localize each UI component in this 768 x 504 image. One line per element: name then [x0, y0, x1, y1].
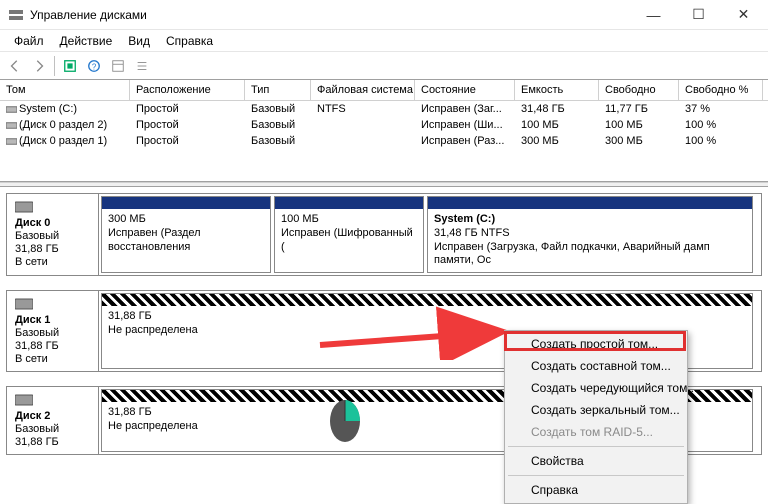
col-volume[interactable]: Том	[0, 80, 130, 100]
list-button[interactable]	[131, 55, 153, 77]
table-header: Том Расположение Тип Файловая система Со…	[0, 80, 768, 101]
context-menu-item[interactable]: Свойства	[507, 450, 685, 472]
volumes-table: Том Расположение Тип Файловая система Со…	[0, 80, 768, 182]
menu-help[interactable]: Справка	[158, 32, 221, 50]
menu-action[interactable]: Действие	[52, 32, 121, 50]
context-menu-item[interactable]: Создать составной том...	[507, 355, 685, 377]
disk-icon	[15, 200, 33, 214]
forward-button[interactable]	[28, 55, 50, 77]
minimize-button[interactable]: —	[631, 0, 676, 29]
mouse-icon	[328, 398, 362, 444]
volume-icon	[6, 120, 17, 131]
col-filesystem[interactable]: Файловая система	[311, 80, 415, 100]
context-menu-item[interactable]: Справка	[507, 479, 685, 501]
volume-icon	[6, 136, 17, 147]
col-layout[interactable]: Расположение	[130, 80, 245, 100]
app-icon	[8, 7, 24, 23]
table-row[interactable]: System (C:)ПростойБазовыйNTFSИсправен (З…	[0, 101, 768, 117]
context-menu: Создать простой том...Создать составной …	[504, 330, 688, 504]
col-capacity[interactable]: Емкость	[515, 80, 599, 100]
menu-view[interactable]: Вид	[120, 32, 158, 50]
col-type[interactable]: Тип	[245, 80, 311, 100]
disk-label[interactable]: Диск 1Базовый31,88 ГБВ сети	[7, 291, 99, 371]
toolbar: ?	[0, 52, 768, 80]
properties-button[interactable]	[107, 55, 129, 77]
disk-label[interactable]: Диск 0Базовый31,88 ГБВ сети	[7, 194, 99, 275]
table-row[interactable]: (Диск 0 раздел 2)ПростойБазовыйИсправен …	[0, 117, 768, 133]
col-free[interactable]: Свободно	[599, 80, 679, 100]
titlebar: Управление дисками — ☐ ✕	[0, 0, 768, 30]
disk-partition[interactable]: System (C:)31,48 ГБ NTFSИсправен (Загруз…	[427, 196, 753, 273]
volume-icon	[6, 104, 17, 115]
maximize-button[interactable]: ☐	[676, 0, 721, 29]
svg-text:?: ?	[92, 62, 97, 71]
disk-icon	[15, 393, 33, 407]
close-button[interactable]: ✕	[721, 0, 766, 29]
refresh-button[interactable]	[59, 55, 81, 77]
back-button[interactable]	[4, 55, 26, 77]
menubar: Файл Действие Вид Справка	[0, 30, 768, 52]
context-menu-item[interactable]: Создать простой том...	[507, 333, 685, 355]
col-freepct[interactable]: Свободно %	[679, 80, 763, 100]
help-button[interactable]: ?	[83, 55, 105, 77]
disk-icon	[15, 297, 33, 311]
context-menu-item[interactable]: Создать зеркальный том...	[507, 399, 685, 421]
window-title: Управление дисками	[30, 8, 631, 22]
disk-partition[interactable]: 300 МБИсправен (Раздел восстановления	[101, 196, 271, 273]
table-row[interactable]: (Диск 0 раздел 1)ПростойБазовыйИсправен …	[0, 133, 768, 149]
disk-row: Диск 0Базовый31,88 ГБВ сети300 МБИсправе…	[6, 193, 762, 276]
disk-partition[interactable]: 100 МБИсправен (Шифрованный (	[274, 196, 424, 273]
context-menu-item[interactable]: Создать чередующийся том...	[507, 377, 685, 399]
menu-file[interactable]: Файл	[6, 32, 52, 50]
disk-label[interactable]: Диск 2Базовый31,88 ГБ	[7, 387, 99, 454]
context-menu-item: Создать том RAID-5...	[507, 421, 685, 443]
col-status[interactable]: Состояние	[415, 80, 515, 100]
